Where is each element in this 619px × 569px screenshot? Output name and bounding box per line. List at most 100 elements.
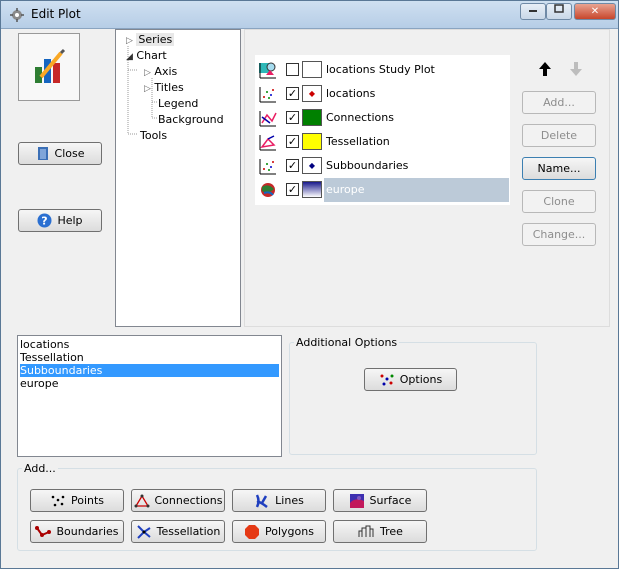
points-icon — [51, 495, 65, 506]
maximize-icon — [554, 4, 564, 13]
series-label: Subboundaries — [326, 159, 409, 172]
add-tessellation-button[interactable]: Tessellation — [131, 520, 225, 543]
additional-options-label: Additional Options — [294, 336, 400, 349]
tree-item-series[interactable]: ▷ Series — [126, 33, 175, 46]
help-icon: ? — [37, 213, 52, 228]
surface-series-icon — [261, 183, 275, 197]
points-series-icon — [259, 87, 276, 103]
tree-item-axis[interactable]: ▷ Axis — [144, 65, 177, 78]
close-window-button[interactable]: ✕ — [574, 3, 616, 20]
surface-label: Surface — [369, 494, 412, 507]
minimize-button[interactable] — [520, 3, 546, 20]
expand-arrow-icon: ▷ — [144, 84, 151, 94]
move-down-arrow-icon[interactable] — [569, 61, 583, 77]
add-tree-button[interactable]: Tree — [333, 520, 427, 543]
list-item[interactable]: europe — [20, 377, 59, 390]
series-row[interactable]: ✓ Connections — [255, 106, 510, 130]
point-marker-icon: ◆ — [308, 89, 316, 98]
chart-logo — [18, 33, 80, 101]
series-visible-checkbox[interactable]: ✓ — [286, 183, 299, 196]
point-marker-icon: ◆ — [308, 161, 316, 170]
series-label: Connections — [326, 111, 394, 124]
edit-plot-window: Edit Plot ✕ Close ? Help ▷ Series ◢ Char… — [0, 0, 619, 569]
options-button[interactable]: Options — [364, 368, 457, 391]
add-polygons-button[interactable]: Polygons — [232, 520, 326, 543]
lines-label: Lines — [275, 494, 304, 507]
tree-item-tools[interactable]: Tools — [140, 129, 167, 142]
series-row[interactable]: ✓ ◆ locations — [255, 82, 510, 106]
collapse-arrow-icon: ◢ — [126, 52, 133, 62]
add-lines-button[interactable]: Lines — [232, 489, 326, 512]
series-label: Tessellation — [326, 135, 390, 148]
add-surface-button[interactable]: Surface — [333, 489, 427, 512]
series-visible-checkbox[interactable] — [286, 63, 299, 76]
maximize-button[interactable] — [546, 3, 572, 20]
series-row-selected[interactable]: ✓ europe — [255, 178, 510, 202]
tree-item-background[interactable]: Background — [158, 113, 224, 126]
series-row[interactable]: ✓ ◆ Subboundaries — [255, 154, 510, 178]
tree-item-titles[interactable]: ▷ Titles — [144, 81, 184, 94]
help-label: Help — [57, 214, 83, 227]
series-color-swatch[interactable] — [302, 133, 322, 150]
series-listbox: locations Tessellation Subboundaries eur… — [17, 335, 282, 457]
close-button[interactable]: Close — [18, 142, 102, 165]
name-series-button[interactable]: Name... — [522, 157, 596, 180]
delete-series-button[interactable]: Delete — [522, 124, 596, 147]
options-label: Options — [399, 373, 443, 386]
series-list: locations Study Plot ✓ ◆ locations ✓ Con… — [255, 55, 510, 205]
boundaries-label: Boundaries — [56, 525, 119, 538]
series-visible-checkbox[interactable]: ✓ — [286, 87, 299, 100]
add-series-button[interactable]: Add... — [522, 91, 596, 114]
add-points-button[interactable]: Points — [30, 489, 124, 512]
series-visible-checkbox[interactable]: ✓ — [286, 111, 299, 124]
list-item-selected[interactable]: Subboundaries — [20, 364, 279, 377]
titlebar[interactable]: Edit Plot ✕ — [1, 1, 618, 29]
tree-item-legend[interactable]: Legend — [158, 97, 198, 110]
surface-icon — [349, 493, 364, 508]
expand-arrow-icon: ▷ — [144, 68, 151, 78]
series-visible-checkbox[interactable]: ✓ — [286, 135, 299, 148]
tree-label: Tree — [380, 525, 403, 538]
series-color-swatch[interactable]: ◆ — [302, 85, 322, 102]
series-color-swatch[interactable]: ◆ — [302, 157, 322, 174]
change-series-button[interactable]: Change... — [522, 223, 596, 246]
series-visible-checkbox[interactable]: ✓ — [286, 159, 299, 172]
tree-item-label: Axis — [154, 65, 178, 78]
tree-item-chart[interactable]: ◢ Chart — [126, 49, 167, 62]
app-icon — [10, 8, 24, 22]
add-boundaries-button[interactable]: Boundaries — [30, 520, 124, 543]
tessellation-label: Tessellation — [156, 525, 221, 538]
boundaries-series-icon — [259, 159, 276, 175]
series-color-swatch[interactable] — [302, 61, 322, 78]
series-label: locations — [326, 87, 376, 100]
list-item[interactable]: locations — [20, 338, 69, 351]
list-item[interactable]: Tessellation — [20, 351, 84, 364]
options-icon — [380, 374, 394, 385]
tree-item-label: Series — [136, 33, 175, 46]
boundaries-icon — [35, 525, 52, 537]
series-color-swatch[interactable] — [302, 109, 322, 126]
tessellation-icon — [136, 524, 151, 539]
polygons-label: Polygons — [265, 525, 314, 538]
add-group-label: Add... — [22, 462, 58, 475]
settings-tree: ▷ Series ◢ Chart ▷ Axis ▷ Titles Legend … — [115, 29, 241, 327]
svg-text:?: ? — [42, 215, 48, 228]
expand-arrow-icon: ▷ — [126, 36, 133, 46]
tessellation-series-icon — [259, 135, 276, 151]
tree-icon — [358, 525, 374, 537]
add-connections-button[interactable]: Connections — [131, 489, 225, 512]
clone-series-button[interactable]: Clone — [522, 190, 596, 213]
chart-edit-icon — [35, 48, 66, 83]
help-button[interactable]: ? Help — [18, 209, 102, 232]
series-label: europe — [324, 178, 509, 202]
close-icon: ✕ — [590, 6, 600, 17]
move-up-arrow-icon[interactable] — [538, 61, 552, 77]
series-row[interactable]: locations Study Plot — [255, 58, 510, 82]
series-row[interactable]: ✓ Tessellation — [255, 130, 510, 154]
polygons-icon — [245, 524, 260, 539]
window-title: Edit Plot — [31, 7, 81, 21]
minimize-icon — [529, 10, 537, 12]
lines-icon — [256, 493, 268, 508]
connections-series-icon — [259, 111, 277, 127]
series-color-swatch[interactable] — [302, 181, 322, 198]
